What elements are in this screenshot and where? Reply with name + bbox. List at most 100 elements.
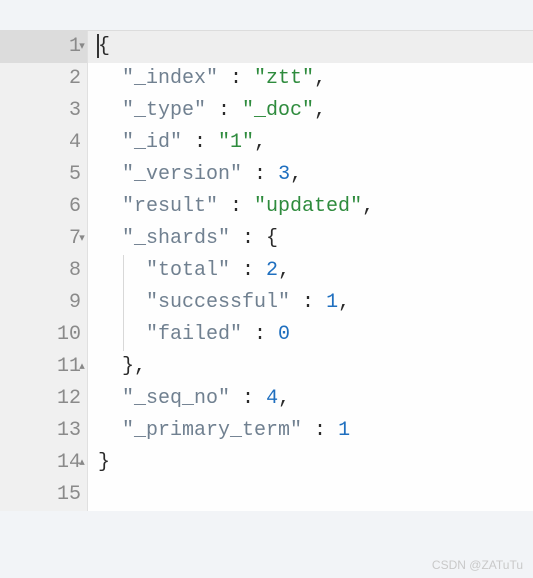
token-punc: ,	[278, 259, 290, 282]
token-punc: :	[206, 99, 242, 122]
indent	[98, 227, 122, 250]
line-number[interactable]: 4	[0, 127, 88, 159]
token-key: "_type"	[122, 99, 206, 122]
line-number[interactable]: 6	[0, 191, 88, 223]
token-punc: :	[242, 323, 278, 346]
token-punc: :	[218, 67, 254, 90]
fold-close-icon[interactable]: ▴	[75, 447, 89, 479]
token-punc: ,	[290, 163, 302, 186]
token-punc: :	[218, 195, 254, 218]
line-number[interactable]: 7▾	[0, 223, 88, 255]
token-num: 0	[278, 323, 290, 346]
code-content[interactable]: "result" : "updated",	[88, 191, 533, 223]
token-punc: : {	[230, 227, 278, 250]
indent	[98, 291, 146, 314]
token-key: "_id"	[122, 131, 182, 154]
code-line[interactable]: 7▾ "_shards" : {	[0, 223, 533, 255]
token-num: 1	[338, 419, 350, 442]
token-key: "_seq_no"	[122, 387, 230, 410]
code-line[interactable]: 10 "failed" : 0	[0, 319, 533, 351]
code-content[interactable]: "_id" : "1",	[88, 127, 533, 159]
code-line[interactable]: 2 "_index" : "ztt",	[0, 63, 533, 95]
line-number[interactable]: 12	[0, 383, 88, 415]
indent	[98, 387, 122, 410]
indent	[98, 323, 146, 346]
code-content[interactable]: "total" : 2,	[88, 255, 533, 287]
code-content[interactable]: "_index" : "ztt",	[88, 63, 533, 95]
line-number[interactable]: 5	[0, 159, 88, 191]
code-line[interactable]: 3 "_type" : "_doc",	[0, 95, 533, 127]
indent	[98, 67, 122, 90]
indent-guide	[123, 255, 124, 287]
token-key: "failed"	[146, 323, 242, 346]
code-editor[interactable]: 1▾{2 "_index" : "ztt",3 "_type" : "_doc"…	[0, 30, 533, 511]
line-number[interactable]: 9	[0, 287, 88, 319]
token-str: "_doc"	[242, 99, 314, 122]
code-line[interactable]: 9 "successful" : 1,	[0, 287, 533, 319]
indent-guide	[123, 319, 124, 351]
indent	[98, 131, 122, 154]
token-punc: },	[122, 355, 146, 378]
line-number[interactable]: 2	[0, 63, 88, 95]
fold-close-icon[interactable]: ▴	[75, 351, 89, 383]
code-line[interactable]: 15	[0, 479, 533, 511]
token-num: 3	[278, 163, 290, 186]
fold-open-icon[interactable]: ▾	[75, 31, 89, 63]
indent	[98, 99, 122, 122]
code-line[interactable]: 4 "_id" : "1",	[0, 127, 533, 159]
code-line[interactable]: 13 "_primary_term" : 1	[0, 415, 533, 447]
code-line[interactable]: 14▴}	[0, 447, 533, 479]
token-num: 4	[266, 387, 278, 410]
line-number[interactable]: 14▴	[0, 447, 88, 479]
token-key: "_index"	[122, 67, 218, 90]
token-key: "total"	[146, 259, 230, 282]
token-punc: :	[230, 387, 266, 410]
token-punc: ,	[362, 195, 374, 218]
line-number[interactable]: 10	[0, 319, 88, 351]
indent	[98, 259, 146, 282]
token-key: "_shards"	[122, 227, 230, 250]
token-punc: :	[302, 419, 338, 442]
code-line[interactable]: 5 "_version" : 3,	[0, 159, 533, 191]
token-punc: ,	[338, 291, 350, 314]
token-punc: ,	[254, 131, 266, 154]
token-punc: ,	[314, 99, 326, 122]
code-content[interactable]: "_shards" : {	[88, 223, 533, 255]
code-content[interactable]	[88, 479, 533, 511]
token-num: 1	[326, 291, 338, 314]
code-line[interactable]: 8 "total" : 2,	[0, 255, 533, 287]
token-punc: :	[182, 131, 218, 154]
token-punc: :	[230, 259, 266, 282]
line-number[interactable]: 1▾	[0, 31, 88, 63]
token-punc: ,	[314, 67, 326, 90]
code-content[interactable]: {	[88, 31, 533, 63]
line-number[interactable]: 3	[0, 95, 88, 127]
line-number[interactable]: 11▴	[0, 351, 88, 383]
token-punc: :	[242, 163, 278, 186]
watermark: CSDN @ZATuTu	[432, 558, 523, 572]
token-punc: }	[98, 451, 110, 474]
line-number[interactable]: 8	[0, 255, 88, 287]
indent	[98, 355, 122, 378]
code-content[interactable]: "_type" : "_doc",	[88, 95, 533, 127]
code-line[interactable]: 1▾ {	[0, 31, 533, 63]
code-content[interactable]: "failed" : 0	[88, 319, 533, 351]
token-punc: {	[98, 35, 110, 58]
code-content[interactable]: }	[88, 447, 533, 479]
indent-guide	[123, 287, 124, 319]
line-number[interactable]: 15	[0, 479, 88, 511]
token-key: "_primary_term"	[122, 419, 302, 442]
code-content[interactable]: "successful" : 1,	[88, 287, 533, 319]
code-content[interactable]: "_seq_no" : 4,	[88, 383, 533, 415]
code-content[interactable]: "_primary_term" : 1	[88, 415, 533, 447]
token-str: "ztt"	[254, 67, 314, 90]
fold-open-icon[interactable]: ▾	[75, 223, 89, 255]
code-content[interactable]: },	[88, 351, 533, 383]
line-number[interactable]: 13	[0, 415, 88, 447]
code-content[interactable]: "_version" : 3,	[88, 159, 533, 191]
code-line[interactable]: 12 "_seq_no" : 4,	[0, 383, 533, 415]
code-line[interactable]: 6 "result" : "updated",	[0, 191, 533, 223]
code-line[interactable]: 11▴ },	[0, 351, 533, 383]
token-punc: ,	[278, 387, 290, 410]
token-num: 2	[266, 259, 278, 282]
